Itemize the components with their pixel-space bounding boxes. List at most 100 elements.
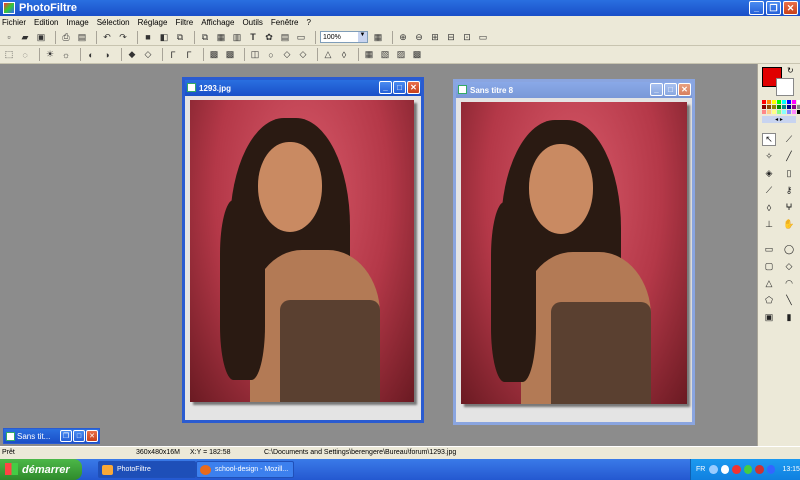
doc-minimize-button[interactable]: _ [379, 81, 392, 94]
menu-edition[interactable]: Edition [34, 18, 58, 27]
copy-icon[interactable]: ⧉ [174, 31, 186, 43]
colorize-icon[interactable]: ▦ [363, 49, 375, 61]
redo-icon[interactable]: ↷ [117, 31, 129, 43]
portrait-photo[interactable] [461, 102, 687, 404]
triangle-icon[interactable]: △ [322, 49, 334, 61]
menu-selection[interactable]: Sélection [97, 18, 130, 27]
scan-icon[interactable]: ▤ [76, 31, 88, 43]
portrait-photo[interactable] [190, 100, 414, 402]
polygon-shape-icon[interactable]: ⬠ [762, 294, 776, 307]
contrast-down-icon[interactable]: ◑ [101, 49, 113, 61]
document-window-sans-titre-8[interactable]: Sans titre 8 _ □ ✕ [453, 79, 695, 425]
blur-icon[interactable]: ○ [265, 49, 277, 61]
contrast-up-icon[interactable]: ◐ [85, 49, 97, 61]
brightness-up-icon[interactable]: ☀ [44, 49, 56, 61]
effects-icon[interactable]: ▩ [411, 49, 423, 61]
document-window-1293[interactable]: 1293.jpg _ □ ✕ [182, 77, 424, 423]
tray-update-icon[interactable] [766, 465, 776, 474]
palette-icon[interactable]: ▦ [372, 31, 384, 43]
doc-minimize-button[interactable]: _ [650, 83, 663, 96]
line-tool-icon[interactable]: ╱ [782, 150, 796, 163]
taskbar-item-photofiltre[interactable]: PhotoFiltre [98, 461, 196, 478]
advanced-brush-tool-icon[interactable]: ⚷ [782, 184, 796, 197]
smudge-tool-icon[interactable]: ⵖ [782, 201, 796, 214]
zoom-in-icon[interactable]: ⊕ [397, 31, 409, 43]
eyedropper-tool-icon[interactable]: ⟋ [782, 133, 796, 146]
fill-bucket-tool-icon[interactable]: ◈ [762, 167, 776, 180]
doc-maximize-button[interactable]: □ [393, 81, 406, 94]
saturation-down-icon[interactable]: ◇ [142, 49, 154, 61]
magic-wand-tool-icon[interactable]: ✧ [762, 150, 776, 163]
menu-reglage[interactable]: Réglage [138, 18, 168, 27]
gamma-up-icon[interactable]: Γ [167, 49, 179, 61]
image-size-icon[interactable]: ▦ [215, 31, 227, 43]
rounded-rect-shape-icon[interactable]: ▢ [762, 260, 776, 273]
color-mode-icon[interactable]: ◧ [158, 31, 170, 43]
new-file-icon[interactable]: ▫ [3, 31, 15, 43]
crop-icon[interactable]: ▮ [782, 311, 796, 324]
close-button[interactable]: ✕ [783, 1, 798, 15]
menu-image[interactable]: Image [66, 18, 88, 27]
grayscale-icon[interactable]: ■ [142, 31, 154, 43]
triangle-shape-icon[interactable]: △ [762, 277, 776, 290]
text-icon[interactable]: T [247, 31, 259, 43]
fit-window-icon[interactable]: ⊞ [429, 31, 441, 43]
actual-size-icon[interactable]: ⊟ [445, 31, 457, 43]
brush-tool-icon[interactable]: ⟋ [762, 184, 776, 197]
language-indicator[interactable]: FR [696, 466, 705, 473]
color-balance-icon[interactable]: ▩ [224, 49, 236, 61]
menu-affichage[interactable]: Affichage [201, 18, 234, 27]
color-palette[interactable] [762, 100, 800, 114]
flip-icon[interactable]: ◫ [249, 49, 261, 61]
open-folder-icon[interactable]: ▰ [19, 31, 31, 43]
menu-fenetre[interactable]: Fenêtre [271, 18, 299, 27]
select-rect-icon[interactable]: ⬚ [3, 49, 15, 61]
hue-icon[interactable]: ▩ [208, 49, 220, 61]
swap-colors-icon[interactable]: ↻ [787, 66, 794, 75]
diamond-shape-icon[interactable]: ◇ [782, 260, 796, 273]
undo-icon[interactable]: ↶ [101, 31, 113, 43]
menu-filtre[interactable]: Filtre [175, 18, 193, 27]
brightness-down-icon[interactable]: ☼ [60, 49, 72, 61]
print-icon[interactable]: ⎙ [60, 31, 72, 43]
rectangle-shape-icon[interactable]: ▭ [762, 243, 776, 256]
gamma-down-icon[interactable]: Γ [183, 49, 195, 61]
save-icon[interactable]: ▣ [35, 31, 47, 43]
plugin-icon[interactable]: ✿ [263, 31, 275, 43]
select-ellipse-icon[interactable]: ◌ [19, 49, 31, 61]
chevron-down-icon[interactable]: ▼ [358, 32, 367, 42]
blur-tool-icon[interactable]: ◊ [762, 201, 776, 214]
spray-tool-icon[interactable]: ▯ [782, 167, 796, 180]
menu-help[interactable]: ? [306, 18, 310, 27]
maximize-button[interactable]: ❐ [766, 1, 781, 15]
tray-antivirus-icon[interactable] [755, 465, 764, 474]
taskbar-item-firefox[interactable]: school-design - Mozill... [196, 461, 294, 478]
texture-icon[interactable]: ▨ [395, 49, 407, 61]
tray-network-icon[interactable] [720, 465, 730, 474]
zoom-select[interactable]: 100% ▼ [320, 31, 368, 43]
tray-security-icon[interactable] [732, 465, 741, 474]
menu-fichier[interactable]: Fichier [2, 18, 26, 27]
drop-icon[interactable]: ◊ [338, 49, 350, 61]
doc-maximize-button[interactable]: □ [73, 430, 85, 442]
start-button[interactable]: démarrer [0, 459, 82, 480]
stamp-tool-icon[interactable]: ⊥ [762, 218, 776, 231]
background-color-swatch[interactable] [776, 78, 794, 96]
pointer-tool-icon[interactable]: ↖ [762, 133, 776, 146]
doc-maximize-button[interactable]: □ [664, 83, 677, 96]
ellipse-shape-icon[interactable]: ◯ [782, 243, 796, 256]
doc-close-button[interactable]: ✕ [407, 81, 420, 94]
gradient-icon[interactable]: ▧ [379, 49, 391, 61]
zoom-out-icon[interactable]: ⊖ [413, 31, 425, 43]
minimized-document[interactable]: Sans tit... ❐ □ ✕ [3, 428, 100, 444]
doc-restore-button[interactable]: ❐ [60, 430, 72, 442]
preview-icon[interactable]: ▭ [295, 31, 307, 43]
doc-close-button[interactable]: ✕ [86, 430, 98, 442]
canvas-size-icon[interactable]: ▥ [231, 31, 243, 43]
saturation-up-icon[interactable]: ◆ [126, 49, 138, 61]
noise-icon[interactable]: ◇ [297, 49, 309, 61]
duplicate-icon[interactable]: ⧉ [199, 31, 211, 43]
palette-scroll[interactable]: ◂ ▸ [762, 116, 796, 123]
monitor-icon[interactable]: ▭ [477, 31, 489, 43]
bezier-shape-icon[interactable]: ╲ [782, 294, 796, 307]
